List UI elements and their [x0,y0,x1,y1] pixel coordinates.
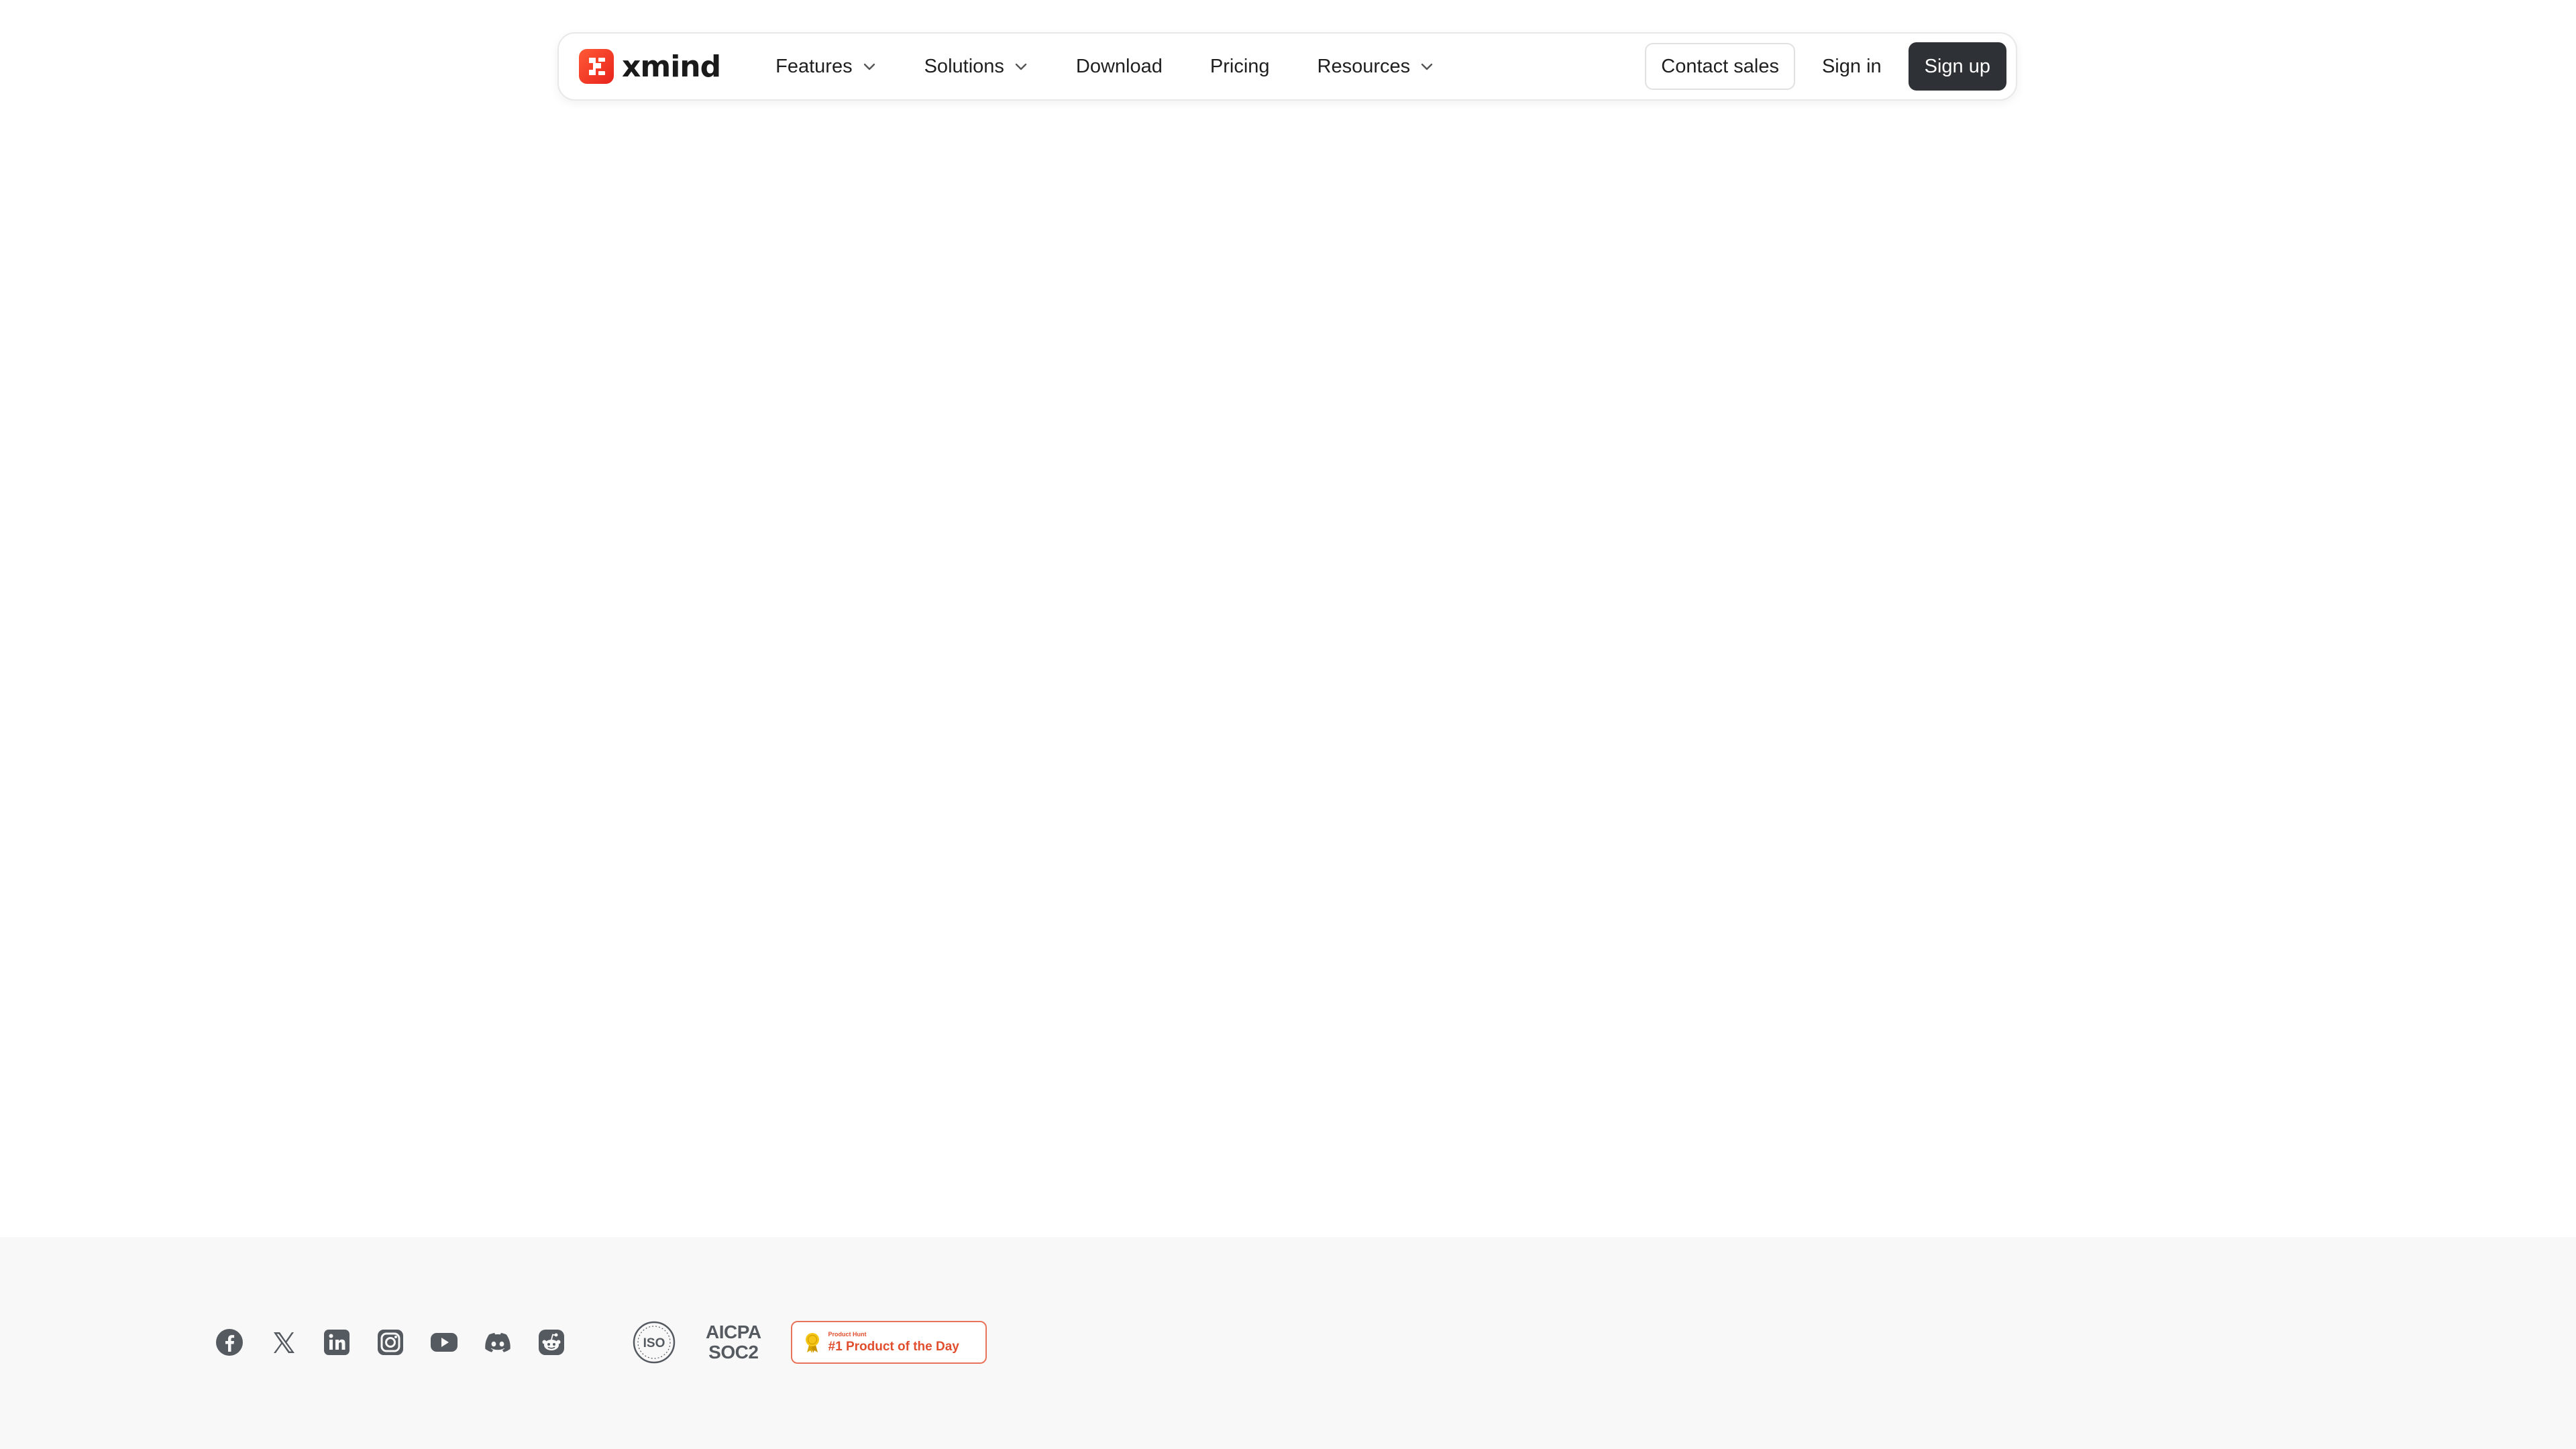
product-hunt-badge[interactable]: Product Hunt #1 Product of the Day [790,1321,987,1364]
iso-label: ISO [643,1336,665,1350]
nav-features[interactable]: Features [775,56,876,78]
logo-text: xmind [622,49,721,84]
facebook-icon[interactable] [215,1328,244,1357]
nav-actions: Contact sales Sign in Sign up [1645,42,2006,91]
iso-badge: ISO [632,1320,676,1364]
top-navbar: xmind Features Solutions Download Pricin… [557,32,2017,101]
nav-pricing[interactable]: Pricing [1210,56,1270,78]
social-links [215,1328,566,1357]
product-hunt-main: #1 Product of the Day [828,1340,959,1354]
footer: ISO AICPA SOC2 Product Hunt #1 Product o… [0,1237,2576,1449]
sign-in-button[interactable]: Sign in [1809,43,1895,90]
sign-up-button[interactable]: Sign up [1908,42,2006,91]
instagram-icon[interactable] [376,1328,405,1357]
xmind-logo-icon [579,49,614,84]
youtube-icon[interactable] [429,1328,459,1357]
product-hunt-top: Product Hunt [828,1331,867,1338]
chevron-down-icon [1421,63,1433,70]
nav-solutions[interactable]: Solutions [924,56,1028,78]
aicpa-soc2-badge: AICPA SOC2 [706,1323,761,1362]
nav-download[interactable]: Download [1076,56,1163,78]
certification-badges: ISO AICPA SOC2 Product Hunt #1 Product o… [632,1320,987,1364]
chevron-down-icon [1015,63,1027,70]
discord-icon[interactable] [483,1328,513,1357]
contact-sales-button[interactable]: Contact sales [1645,43,1795,90]
chevron-down-icon [863,63,875,70]
nav-download-label: Download [1075,55,1163,77]
soc-line2: SOC2 [708,1342,759,1362]
x-icon[interactable] [268,1328,298,1357]
soc-line1: AICPA [706,1322,761,1342]
nav-resources-label: Resources [1317,55,1411,77]
nav-solutions-label: Solutions [924,55,1004,77]
nav-resources[interactable]: Resources [1318,56,1435,78]
xmind-logo[interactable]: xmind [579,49,721,84]
nav-features-label: Features [775,55,853,77]
medal-icon [805,1333,819,1353]
nav-pricing-label: Pricing [1210,55,1270,77]
reddit-icon[interactable] [537,1328,566,1357]
linkedin-icon[interactable] [322,1328,352,1357]
main-nav: Features Solutions Download Pricing Reso… [775,34,1482,99]
